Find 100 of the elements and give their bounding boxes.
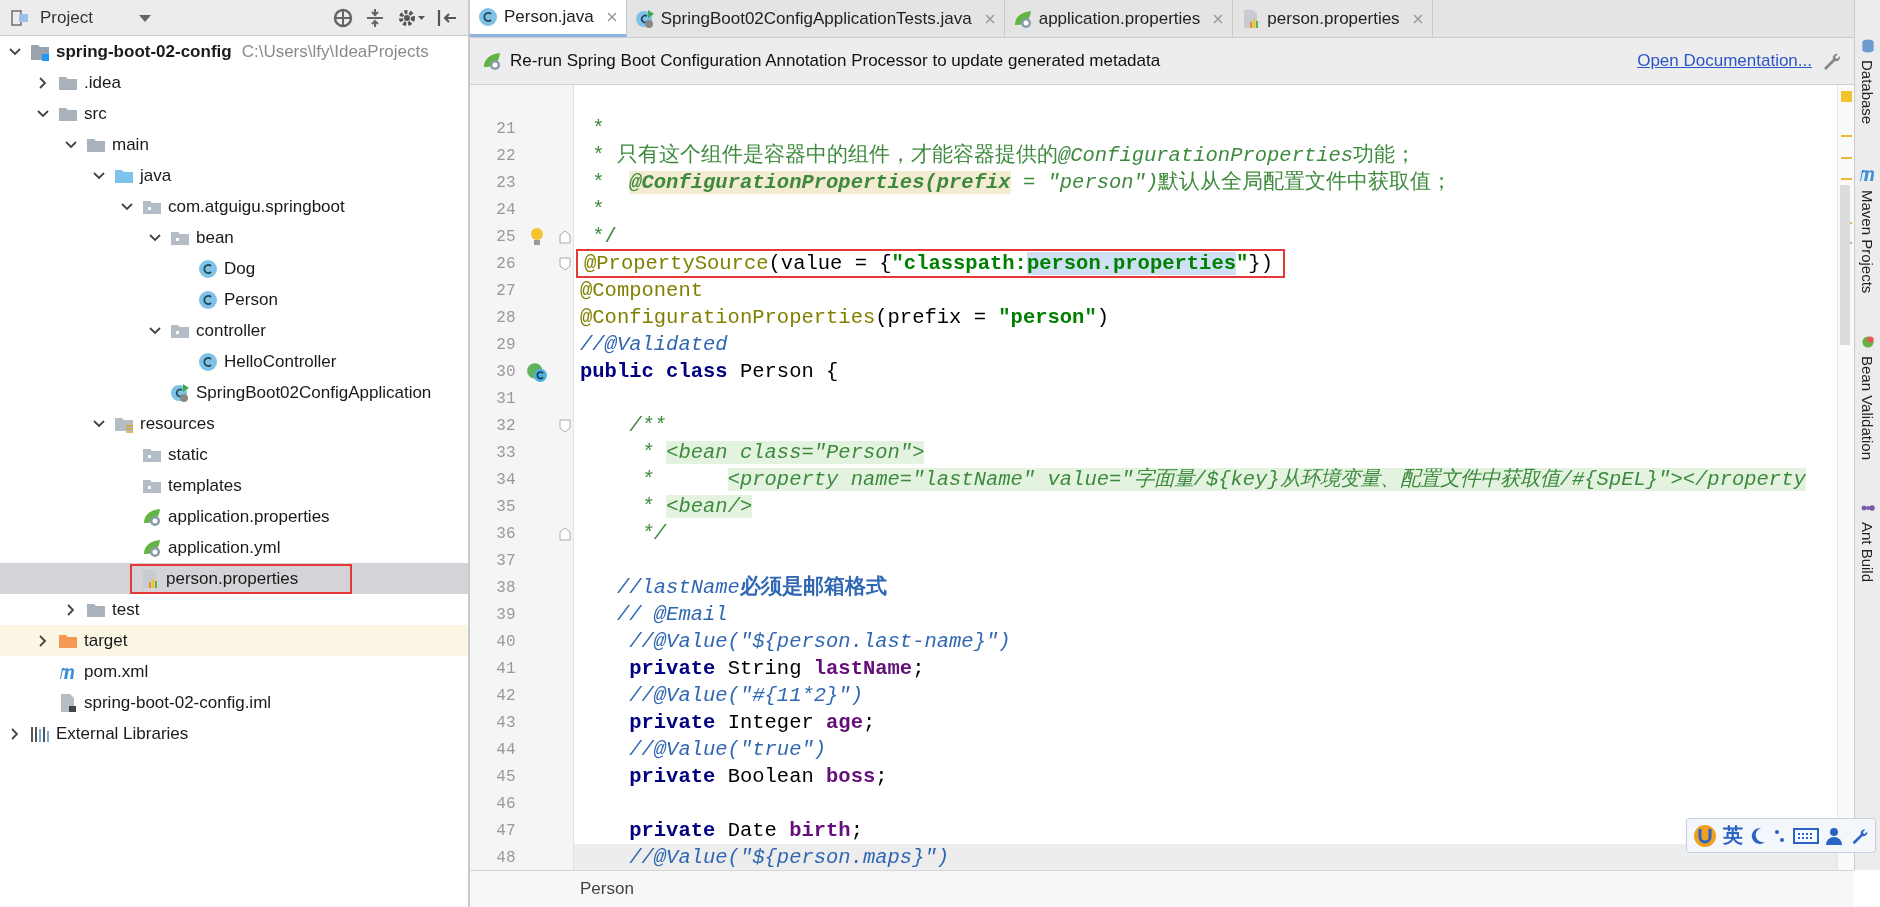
tree-item[interactable]: SpringBoot02ConfigApplication: [0, 377, 468, 408]
tool-window-button[interactable]: Bean Validation: [1859, 333, 1876, 460]
moon-icon[interactable]: [1749, 825, 1767, 846]
line-number: 47: [495, 821, 516, 840]
tree-item[interactable]: Dog: [0, 253, 468, 284]
chevron-icon[interactable]: [9, 727, 21, 740]
tree-item[interactable]: pom.xml: [0, 656, 468, 687]
tree-item[interactable]: HelloController: [0, 346, 468, 377]
code-line: */: [591, 224, 617, 250]
chevron-icon[interactable]: [149, 324, 161, 337]
line-number: 25: [495, 227, 516, 246]
project-path: C:\Users\lfy\IdeaProjects: [241, 41, 429, 62]
tree-item[interactable]: person.properties: [0, 563, 468, 594]
tree-item[interactable]: target: [0, 625, 468, 656]
tree-item-label: application.yml: [168, 537, 281, 558]
spring-class-icon[interactable]: [526, 360, 549, 383]
tree-item-label: spring-boot-02-config: [56, 41, 232, 62]
properties-file-icon: [140, 568, 160, 589]
tree-item[interactable]: controller: [0, 315, 468, 346]
editor-tab[interactable]: application.properties: [1004, 0, 1234, 37]
tree-item[interactable]: spring-boot-02-config.iml: [0, 687, 468, 718]
tree-item[interactable]: spring-boot-02-config C:\Users\lfy\IdeaProjects: [0, 36, 468, 67]
line-number: 34: [495, 470, 516, 489]
line-number: 27: [495, 281, 516, 300]
panel-title[interactable]: Project: [40, 7, 93, 28]
tool-window-button[interactable]: Ant Build: [1859, 499, 1876, 582]
collapse-icon[interactable]: [364, 6, 386, 29]
tree-item[interactable]: resources: [0, 408, 468, 439]
scrollbar-thumb[interactable]: [1840, 185, 1850, 345]
tree-item-label: application.properties: [168, 506, 330, 527]
chevron-icon[interactable]: [37, 107, 49, 120]
line-number: 43: [495, 713, 516, 732]
line-number: 46: [495, 794, 516, 813]
tree-item[interactable]: application.yml: [0, 532, 468, 563]
chevron-icon[interactable]: [149, 231, 161, 244]
code-line: // @Email: [615, 602, 728, 628]
line-number: 35: [495, 497, 516, 516]
tool-window-button[interactable]: Maven Projects: [1857, 164, 1878, 294]
tree-item[interactable]: src: [0, 98, 468, 129]
code-line: *: [591, 116, 605, 142]
tree-item-label: test: [112, 599, 140, 620]
tree-item[interactable]: main: [0, 129, 468, 160]
breadcrumb-item[interactable]: Person: [580, 879, 634, 899]
documentation-link[interactable]: Open Documentation...: [1637, 51, 1812, 71]
editor-tab[interactable]: SpringBoot02ConfigApplicationTests.java: [626, 0, 1005, 37]
tree-item[interactable]: static: [0, 439, 468, 470]
editor-tab[interactable]: Person.java: [470, 0, 627, 37]
tree-item-label: spring-boot-02-config.iml: [84, 692, 272, 713]
tree-item[interactable]: bean: [0, 222, 468, 253]
tree-item[interactable]: test: [0, 594, 468, 625]
class-icon: [198, 289, 218, 310]
tree-item-label: static: [168, 444, 208, 465]
code-line: private String lastName;: [628, 656, 925, 682]
tree-item-label: resources: [140, 413, 215, 434]
fold-marker-icon[interactable]: [559, 229, 572, 244]
chevron-icon[interactable]: [37, 76, 49, 89]
tree-item[interactable]: java: [0, 160, 468, 191]
chevron-icon[interactable]: [37, 634, 49, 647]
chevron-icon[interactable]: [65, 603, 77, 616]
chevron-icon[interactable]: [93, 169, 105, 182]
project-view-icon: [10, 7, 30, 28]
close-icon[interactable]: [605, 11, 618, 23]
dropdown-arrow-icon[interactable]: [138, 12, 152, 23]
crosshair-icon[interactable]: [332, 6, 354, 29]
chevron-icon[interactable]: [65, 138, 77, 151]
file-icon: [58, 692, 78, 713]
ime-logo-icon[interactable]: [1693, 823, 1717, 848]
editor-tab[interactable]: person.properties: [1233, 0, 1433, 37]
tool-window-button[interactable]: Database: [1859, 38, 1876, 125]
spring-leaf-icon: [1012, 8, 1033, 29]
code-line: * 只有这个组件是容器中的组件，才能容器提供的@ConfigurationProperties功能；: [591, 142, 1417, 169]
code-line: @ConfigurationProperties(prefix = "person"): [579, 305, 1109, 331]
chevron-icon[interactable]: [121, 200, 133, 213]
tree-item-label: Person: [224, 289, 278, 310]
line-number: 28: [495, 308, 516, 327]
lightbulb-icon[interactable]: [529, 226, 546, 247]
spring-class-icon: [170, 382, 190, 403]
tree-item[interactable]: External Libraries: [0, 718, 468, 749]
fold-marker-icon[interactable]: [559, 418, 572, 433]
user-icon[interactable]: [1825, 825, 1843, 846]
tree-item[interactable]: .idea: [0, 67, 468, 98]
code-line: public class Person {: [579, 359, 839, 385]
tree-item-label: com.atguigu.springboot: [168, 196, 345, 217]
tree-item[interactable]: Person: [0, 284, 468, 315]
fold-marker-icon[interactable]: [559, 526, 572, 541]
code-line: //lastName必须是邮箱格式: [615, 574, 887, 601]
tree-item[interactable]: com.atguigu.springboot: [0, 191, 468, 222]
tree-item[interactable]: application.properties: [0, 501, 468, 532]
keyboard-icon[interactable]: [1793, 826, 1819, 845]
spring-leaf-icon: [142, 537, 162, 558]
tree-item[interactable]: templates: [0, 470, 468, 501]
line-number: 33: [495, 443, 516, 462]
class-icon: [198, 351, 218, 372]
code-line: //@Value("${person.last-name}"): [628, 629, 1011, 655]
code-line: *: [591, 197, 605, 223]
tree-item-label: java: [140, 165, 172, 186]
fold-marker-icon[interactable]: [559, 256, 572, 271]
chevron-icon[interactable]: [9, 45, 21, 58]
chevron-icon[interactable]: [93, 417, 105, 430]
tree-item-label: person.properties: [166, 568, 299, 589]
